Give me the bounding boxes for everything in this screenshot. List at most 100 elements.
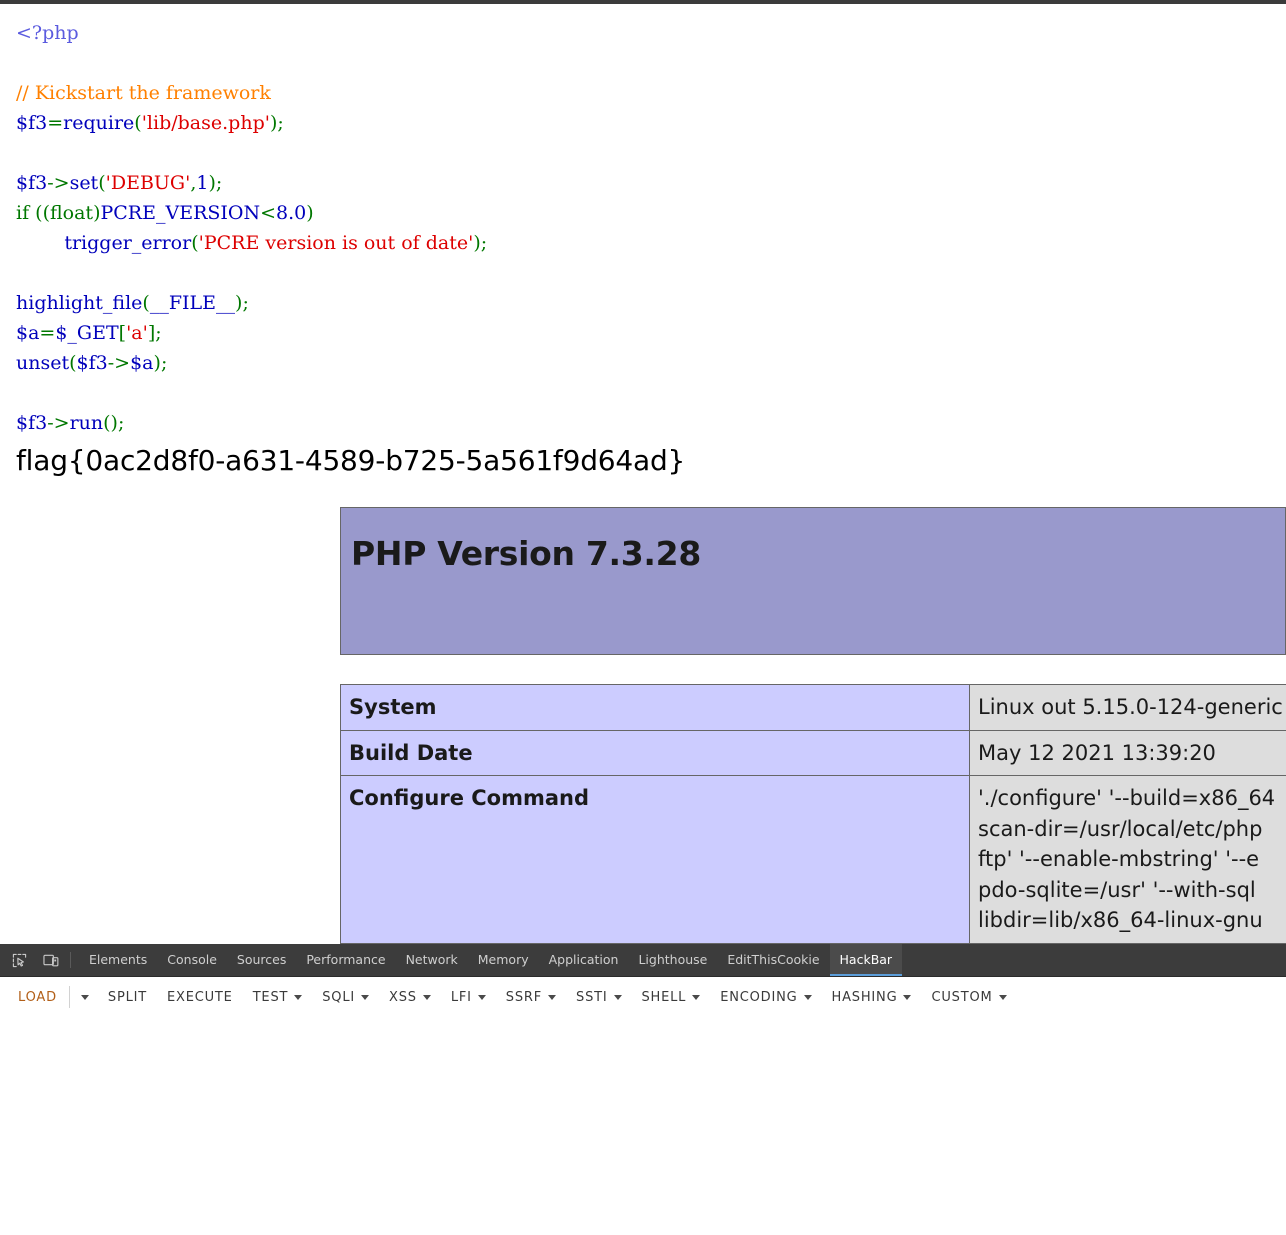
button-label: SPLIT <box>107 989 147 1005</box>
code-token: $a <box>130 352 154 374</box>
tab-performance[interactable]: Performance <box>296 944 395 976</box>
code-line: trigger_error('PCRE version is out of da… <box>16 228 487 258</box>
code-line: $f3->run(); <box>16 408 487 438</box>
button-label: LFI <box>450 989 472 1005</box>
code-token: require <box>63 112 135 134</box>
code-token: ( <box>98 172 106 194</box>
phpinfo-header: PHP Version 7.3.28 <box>340 507 1286 655</box>
tab-editthiscookie[interactable]: EditThisCookie <box>717 944 829 976</box>
button-label: SSRF <box>505 989 543 1005</box>
code-token: ; <box>215 172 223 194</box>
lfi-button[interactable]: LFI <box>441 984 496 1011</box>
load-button[interactable]: LOAD <box>8 984 67 1011</box>
button-label: ENCODING <box>720 989 798 1005</box>
code-token: ( <box>191 232 199 254</box>
devtools-toolbar-divider <box>70 952 71 968</box>
device-toolbar-icon[interactable] <box>38 947 64 973</box>
chevron-down-icon <box>998 994 1007 1000</box>
code-token: -> <box>107 352 131 374</box>
code-line: unset($f3->$a); <box>16 348 487 378</box>
phpinfo-table: System Linux out 5.15.0-124-generic Build … <box>340 684 1286 944</box>
load-dropdown-button[interactable] <box>72 989 98 1006</box>
toolbar-divider <box>68 986 70 1008</box>
tab-elements[interactable]: Elements <box>79 944 157 976</box>
code-token: unset <box>16 352 70 374</box>
button-label: SQLI <box>322 989 356 1005</box>
shell-button[interactable]: SHELL <box>632 984 711 1011</box>
code-token: ( <box>134 112 142 134</box>
tab-console[interactable]: Console <box>157 944 227 976</box>
code-token: 1 <box>196 172 209 194</box>
hackbar-panel: LOAD SPLIT EXECUTE TEST SQLI XSS LFI SSRF SSTI SH… <box>0 977 1286 1235</box>
tab-network[interactable]: Network <box>396 944 468 976</box>
code-token: $f3 <box>16 412 48 434</box>
button-label: EXECUTE <box>167 989 233 1005</box>
split-button[interactable]: SPLIT <box>98 984 157 1011</box>
code-line: $f3->set('DEBUG',1); <box>16 168 487 198</box>
hackbar-toolbar: LOAD SPLIT EXECUTE TEST SQLI XSS LFI SSRF SSTI SH… <box>0 977 1286 1017</box>
test-button[interactable]: TEST <box>243 984 313 1011</box>
sqli-button[interactable]: SQLI <box>312 984 379 1011</box>
hashing-button[interactable]: HASHING <box>822 984 922 1011</box>
chevron-down-icon <box>477 994 486 1000</box>
code-token: ( <box>142 292 150 314</box>
code-token: $f3 <box>16 172 48 194</box>
phpinfo-value: Linux out 5.15.0-124-generic <box>969 684 1286 731</box>
code-token: ( <box>103 412 111 434</box>
execute-button[interactable]: EXECUTE <box>157 984 243 1011</box>
ssti-button[interactable]: SSTI <box>566 984 631 1011</box>
button-label: CUSTOM <box>931 989 993 1005</box>
code-token: run <box>69 412 104 434</box>
code-token: $a <box>16 322 40 344</box>
chevron-down-icon <box>422 994 431 1000</box>
ssrf-button[interactable]: SSRF <box>496 984 566 1011</box>
browser-window: <?php // Kickstart the framework $f3=requ… <box>0 0 1286 1235</box>
chevron-down-icon <box>803 994 812 1000</box>
chevron-down-icon <box>613 994 622 1000</box>
code-line: if ((float)PCRE_VERSION<8.0) <box>16 198 487 228</box>
button-label: SSTI <box>576 989 608 1005</box>
phpinfo-output: PHP Version 7.3.28 System Linux out 5.15.… <box>340 507 1286 944</box>
code-token: if <box>16 202 36 224</box>
code-token: (float) <box>42 202 101 224</box>
chevron-down-icon <box>692 994 701 1000</box>
tab-lighthouse[interactable]: Lighthouse <box>628 944 717 976</box>
encoding-button[interactable]: ENCODING <box>710 984 821 1011</box>
tab-memory[interactable]: Memory <box>468 944 539 976</box>
code-token: $f3 <box>16 112 48 134</box>
button-label: SHELL <box>641 989 687 1005</box>
code-token: ; <box>277 112 284 134</box>
chevron-down-icon <box>548 994 557 1000</box>
devtools-panel: Elements Console Sources Performance Network… <box>0 944 1286 1235</box>
button-label: LOAD <box>18 989 57 1005</box>
code-token: ) <box>208 172 216 194</box>
xss-button[interactable]: XSS <box>379 984 441 1011</box>
chevron-down-icon <box>80 994 89 1000</box>
code-token: $_GET <box>55 322 119 344</box>
code-token: 8.0 <box>276 202 307 224</box>
code-token: ; <box>160 352 168 374</box>
code-line: $f3=require('lib/base.php'); <box>16 108 487 138</box>
phpinfo-value: './configure' '--build=x86_64 scan-dir=/… <box>969 775 1286 944</box>
code-token: ; <box>480 232 488 254</box>
inspect-element-icon[interactable] <box>6 947 32 973</box>
code-token: ; <box>242 292 249 314</box>
tab-application[interactable]: Application <box>539 944 629 976</box>
code-token: ( <box>35 202 43 224</box>
code-token: <?php <box>16 22 79 44</box>
code-token: ) <box>473 232 481 254</box>
custom-button[interactable]: CUSTOM <box>921 984 1016 1011</box>
tab-sources[interactable]: Sources <box>227 944 296 976</box>
button-label: TEST <box>252 989 289 1005</box>
code-token: // Kickstart the framework <box>16 82 271 104</box>
code-token: -> <box>47 412 70 434</box>
chevron-down-icon <box>903 994 912 1000</box>
table-row: System Linux out 5.15.0-124-generic <box>340 684 1286 731</box>
code-token: set <box>69 172 99 194</box>
code-line: $a=$_GET['a']; <box>16 318 487 348</box>
phpinfo-key: System <box>340 684 970 731</box>
code-token: ; <box>155 322 162 344</box>
tab-hackbar[interactable]: HackBar <box>829 944 903 976</box>
